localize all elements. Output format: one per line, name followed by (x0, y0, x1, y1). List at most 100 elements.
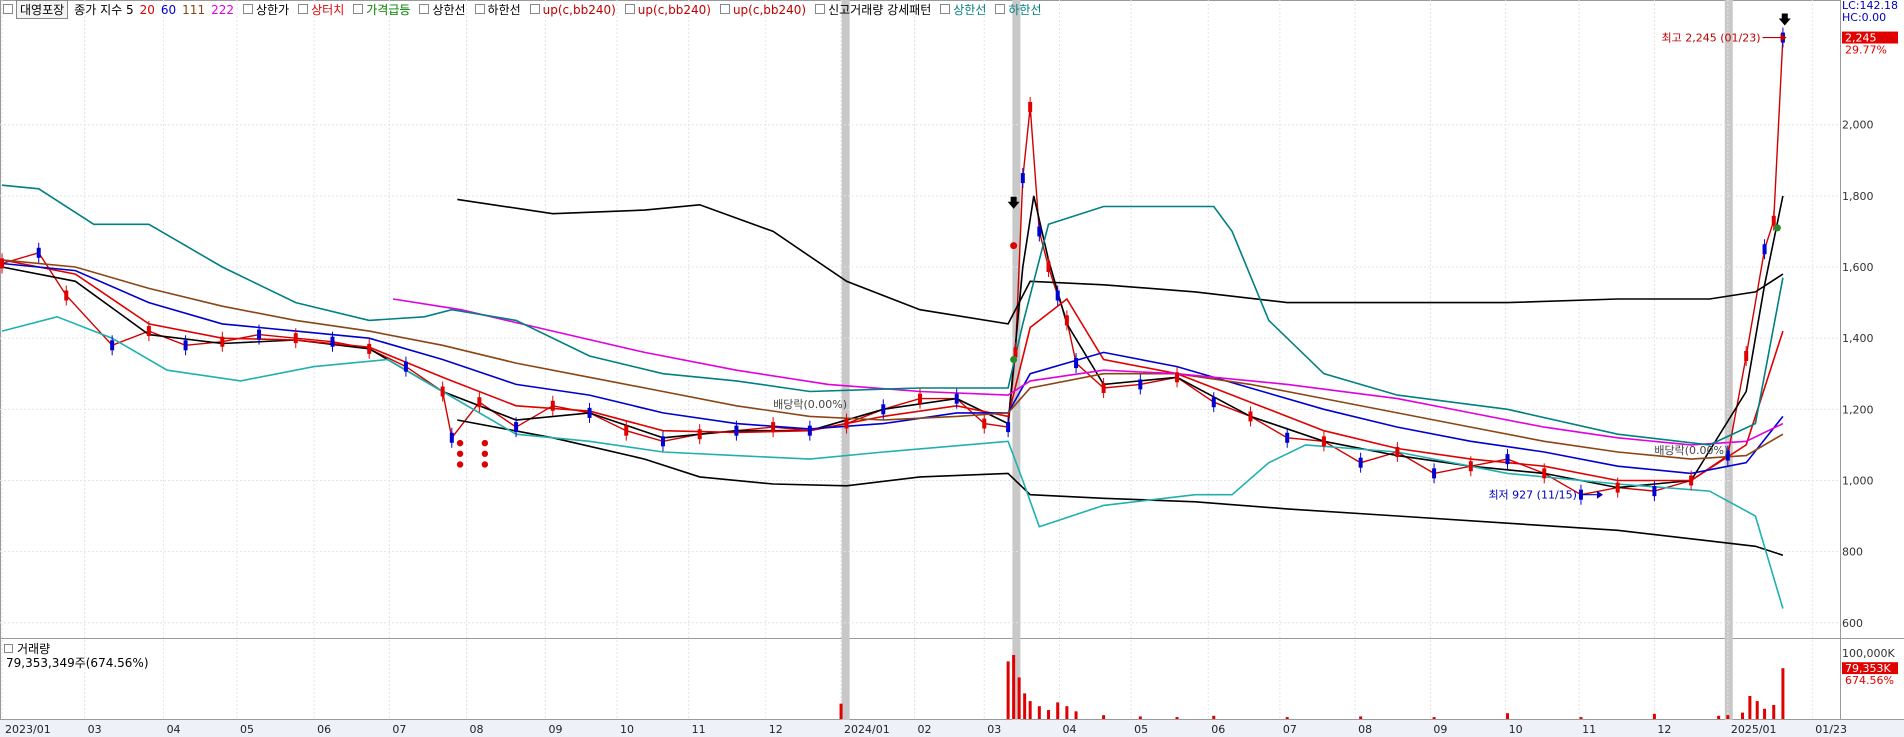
x-tick-label: 11 (1582, 723, 1596, 736)
volume-bar (1056, 702, 1060, 719)
legend-item[interactable]: 하한선 (1008, 3, 1041, 17)
change-pct-tag: 29.77% (1845, 44, 1887, 57)
legend-item[interactable]: 222 (211, 3, 234, 17)
volume-bar (1506, 713, 1510, 719)
legend-checkbox[interactable] (419, 3, 430, 14)
legend-item[interactable]: 상한가 (256, 3, 289, 17)
signal-dot (456, 450, 464, 457)
y-tick-label: 1,000 (1842, 474, 1874, 487)
legend-item[interactable]: 20 (140, 3, 155, 17)
volume-bar (1717, 715, 1721, 719)
annotation-label: 최고 2,245 (01/23) (1662, 32, 1761, 45)
legend-item[interactable]: 하한선 (488, 3, 521, 17)
legend-item[interactable]: 111 (182, 3, 205, 17)
legend-item[interactable]: 종가 지수 5 (74, 3, 133, 17)
volume-bar (1037, 706, 1041, 719)
y-tick-label: 1,400 (1842, 332, 1874, 345)
candle-body (1432, 468, 1437, 479)
x-tick-label: 10 (620, 723, 634, 736)
series-ma60 (1, 262, 1784, 475)
candle-body (1615, 482, 1620, 493)
signal-dot (456, 439, 464, 447)
legend-item[interactable]: 상한선 (432, 3, 465, 17)
y-tick-label: 600 (1842, 617, 1863, 630)
legend-checkbox[interactable] (529, 3, 540, 14)
legend-item[interactable]: 신고거래량 강세패턴 (828, 3, 931, 17)
candle-body (1248, 411, 1253, 422)
legend-item[interactable]: 가격급등 (366, 3, 410, 17)
volume-toggle[interactable] (4, 644, 13, 653)
legend-checkbox[interactable] (242, 3, 253, 14)
highlight-band (841, 0, 850, 720)
x-tick-label: 06 (1211, 723, 1225, 736)
candle-body (1211, 397, 1216, 408)
x-tick-label: 05 (1134, 723, 1148, 736)
annotation-label: 최저 927 (11/15) (1488, 489, 1577, 502)
x-tick-label: 08 (470, 723, 484, 736)
x-tick-label: 02 (917, 723, 931, 736)
legend-checkbox[interactable] (298, 3, 309, 14)
y-tick-label: 1,600 (1842, 261, 1874, 274)
y-tick-label: 2,000 (1842, 119, 1874, 132)
candle-body (1028, 101, 1033, 112)
candle-body (440, 386, 445, 397)
candle-body (1020, 173, 1025, 184)
legend-item[interactable]: 상한선 (953, 3, 986, 17)
price-jump-marker (1010, 356, 1018, 364)
annotation-label: 배당락(0.00%) (1654, 444, 1728, 457)
legend-checkbox[interactable] (940, 3, 951, 14)
legend-item[interactable]: up(c,bb240) (638, 3, 711, 17)
x-tick-label: 07 (1283, 723, 1297, 736)
candle-body (1037, 226, 1042, 237)
highlight-band (1724, 0, 1733, 720)
legend-items: 종가 지수 5 20 60 111 222 상한가 상터치 가격급등 상한선 하한선 up(c,bb… (74, 1, 1047, 18)
volume-bar (1102, 715, 1106, 719)
legend-checkbox[interactable] (719, 3, 730, 14)
legend-item[interactable]: 60 (161, 3, 176, 17)
legend-item[interactable]: up(c,bb240) (543, 3, 616, 17)
volume-bar (1432, 717, 1436, 719)
stock-name[interactable]: 대영포장 (16, 0, 69, 19)
legend-checkbox[interactable] (353, 3, 364, 14)
x-tick-label: 03 (987, 723, 1001, 736)
legend-item[interactable]: up(c,bb240) (733, 3, 806, 17)
candle-body (1744, 350, 1749, 361)
volume-bar (1212, 715, 1216, 719)
legend-checkbox[interactable] (474, 3, 485, 14)
volume-bar (1175, 717, 1179, 719)
x-tick-label: 07 (392, 723, 406, 736)
legend-checkbox[interactable] (995, 3, 1006, 14)
volume-bar (1065, 706, 1069, 719)
x-tick-label: 2025/01 (1731, 723, 1777, 736)
candle-body (1138, 379, 1143, 390)
legend-checkbox[interactable] (624, 3, 635, 14)
volume-bar (839, 703, 843, 719)
annotation-label: 배당락(0.00%) (773, 398, 847, 411)
candle-body (697, 429, 702, 440)
signal-dot (481, 450, 489, 457)
volume-bar (1755, 701, 1759, 719)
volume-bar (1285, 717, 1289, 719)
x-tick-label: 09 (1433, 723, 1447, 736)
candle-body (110, 340, 115, 351)
x-tick-label: 2023/01 (5, 723, 51, 736)
volume-pct-tag: 674.56% (1845, 674, 1894, 687)
legend-item[interactable]: 상터치 (311, 3, 344, 17)
candle-body (449, 432, 454, 443)
candle-body (807, 425, 812, 436)
candle-body (1046, 262, 1051, 273)
volume-bar (1074, 711, 1078, 719)
candle-body (293, 333, 298, 344)
price-jump-marker (1773, 224, 1781, 232)
legend-checkbox[interactable] (815, 3, 826, 14)
candle-body (1285, 432, 1290, 443)
candle-body (36, 247, 41, 258)
candle-body (1762, 244, 1767, 255)
candle-body (1013, 347, 1018, 358)
candle-body (1505, 454, 1510, 465)
volume-bar (1579, 717, 1583, 719)
legend-toggle[interactable] (3, 4, 13, 14)
candle-body (0, 258, 4, 269)
signal-dot (456, 461, 464, 468)
candle-body (550, 400, 555, 411)
